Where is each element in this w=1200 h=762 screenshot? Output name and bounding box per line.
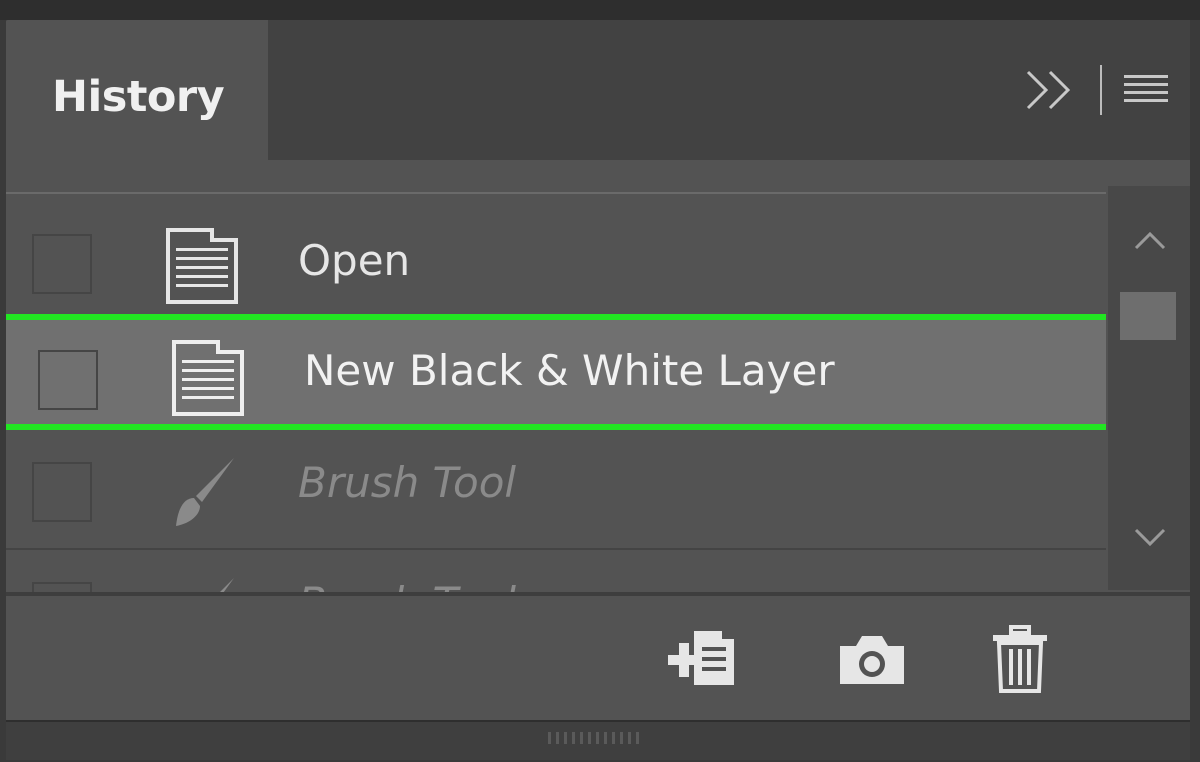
history-item-open[interactable]: Open [6,200,1106,316]
brush-icon [162,574,242,592]
document-icon [168,338,248,418]
scroll-up-icon[interactable] [1130,220,1170,260]
history-panel: History Open New Black & White Layer Bru… [0,0,1200,762]
history-item-brush-tool[interactable]: Brush Tool [6,552,1106,592]
panel-header-controls [1022,62,1170,118]
document-icon [162,226,242,306]
history-item-label: Open [298,236,411,285]
row-divider [6,548,1106,550]
grip-icon [546,728,646,748]
history-item-label: Brush Tool [298,458,517,507]
history-item-new-black-white-layer[interactable]: New Black & White Layer [6,314,1106,430]
history-list: Open New Black & White Layer Brush Tool [6,192,1106,592]
new-document-from-state-icon[interactable] [662,620,742,700]
scrollbar-thumb[interactable] [1120,292,1176,340]
snapshot-source-checkbox[interactable] [38,350,98,410]
snapshot-source-checkbox[interactable] [32,234,92,294]
panel-top-strip [0,0,1200,20]
scroll-down-icon[interactable] [1130,518,1170,558]
history-item-brush-tool[interactable]: Brush Tool [6,432,1106,548]
history-item-label: Brush Tool [298,578,516,592]
history-item-label: New Black & White Layer [304,346,835,395]
tab-history[interactable]: History [6,20,268,162]
header-separator [1100,65,1102,115]
camera-snapshot-icon[interactable] [832,620,912,700]
tab-history-label: History [52,72,225,122]
snapshot-source-checkbox[interactable] [32,462,92,522]
trash-icon[interactable] [980,620,1060,700]
hamburger-menu-icon[interactable] [1122,66,1170,114]
brush-icon [162,454,242,534]
snapshot-source-checkbox[interactable] [32,582,92,592]
double-chevron-right-icon[interactable] [1022,62,1078,118]
